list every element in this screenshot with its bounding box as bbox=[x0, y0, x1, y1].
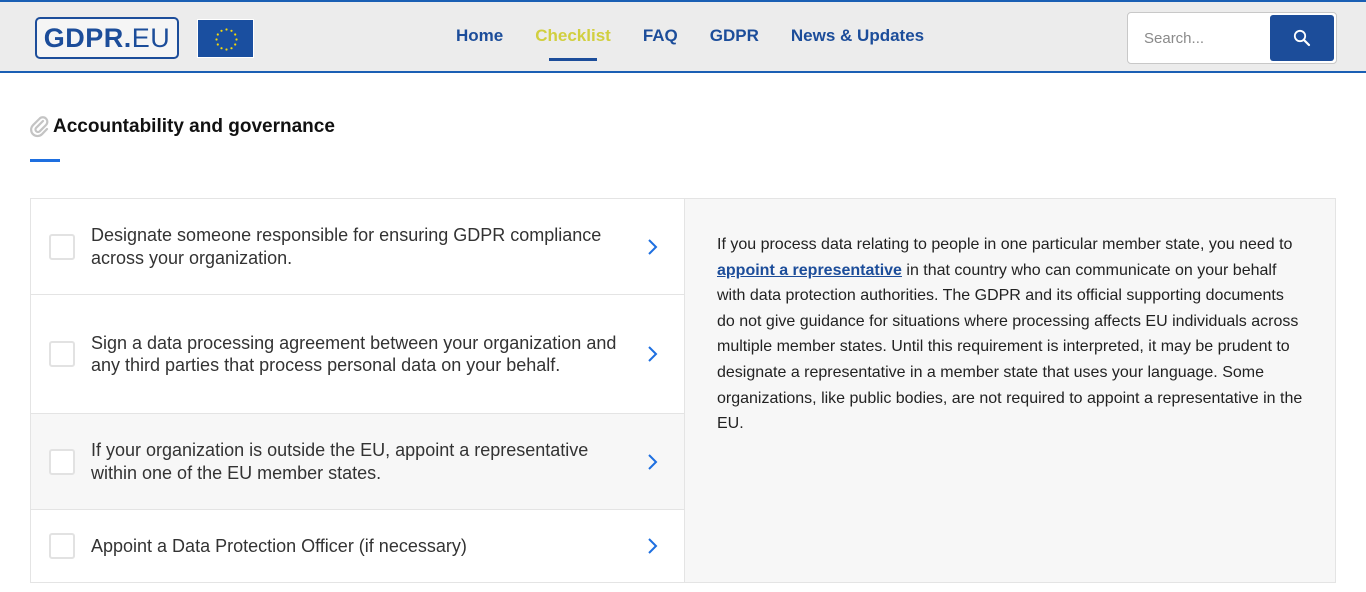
search-icon bbox=[1293, 29, 1311, 47]
main-nav: Home Checklist FAQ GDPR News & Updates bbox=[456, 26, 956, 61]
appoint-representative-link[interactable]: appoint a representative bbox=[717, 262, 902, 279]
checklist-checkbox[interactable] bbox=[49, 448, 75, 475]
section-title: Accountability and governance bbox=[53, 116, 335, 137]
logo-bold-text: GDPR. bbox=[43, 22, 132, 53]
nav-checklist[interactable]: Checklist bbox=[535, 26, 611, 61]
nav-home[interactable]: Home bbox=[456, 26, 503, 50]
checklist-item-label: If your organization is outside the EU, … bbox=[91, 440, 589, 483]
search-button[interactable] bbox=[1270, 15, 1334, 61]
checklist-item[interactable]: Sign a data processing agreement between… bbox=[31, 295, 684, 414]
section-title-underline bbox=[30, 159, 60, 162]
checklist-item-selected[interactable]: If your organization is outside the EU, … bbox=[31, 414, 684, 510]
detail-text: If you process data relating to people i… bbox=[717, 232, 1303, 437]
nav-faq[interactable]: FAQ bbox=[643, 26, 678, 50]
top-navigation-bar: GDPR. EU Home Checklist FAQ GDPR News & … bbox=[0, 0, 1366, 73]
item-detail-panel: If you process data relating to people i… bbox=[684, 199, 1335, 582]
section-heading: Accountability and governance bbox=[30, 116, 335, 138]
checklist-item-label: Appoint a Data Protection Officer (if ne… bbox=[91, 535, 467, 556]
nav-gdpr[interactable]: GDPR bbox=[710, 26, 759, 50]
chevron-right-icon bbox=[648, 453, 658, 470]
checklist-item-label: Designate someone responsible for ensuri… bbox=[91, 225, 602, 268]
checklist-checkbox[interactable] bbox=[49, 233, 75, 260]
detail-text-before: If you process data relating to people i… bbox=[717, 236, 1293, 253]
checklist-item-label: Sign a data processing agreement between… bbox=[91, 332, 617, 376]
chevron-right-icon bbox=[648, 538, 658, 554]
chevron-right-icon bbox=[648, 346, 658, 362]
checklist-item[interactable]: Designate someone responsible for ensuri… bbox=[31, 199, 684, 295]
eu-stars-icon bbox=[215, 28, 238, 51]
detail-text-after: in that country who can communicate on y… bbox=[717, 261, 1303, 433]
search-input[interactable] bbox=[1134, 21, 1264, 55]
chevron-right-icon bbox=[648, 238, 658, 255]
gdpr-eu-logo[interactable]: GDPR. EU bbox=[35, 17, 179, 59]
logo-light-text: EU bbox=[131, 22, 171, 53]
checklist-item[interactable]: Appoint a Data Protection Officer (if ne… bbox=[31, 510, 684, 582]
eu-flag-icon bbox=[197, 19, 254, 58]
checklist-checkbox[interactable] bbox=[49, 341, 75, 367]
nav-news-updates[interactable]: News & Updates bbox=[791, 26, 924, 50]
search-box bbox=[1127, 12, 1337, 64]
checklist-items: Designate someone responsible for ensuri… bbox=[31, 199, 684, 582]
checklist-panel: Designate someone responsible for ensuri… bbox=[30, 198, 1336, 583]
paperclip-icon bbox=[30, 116, 49, 138]
checklist-checkbox[interactable] bbox=[49, 533, 75, 559]
